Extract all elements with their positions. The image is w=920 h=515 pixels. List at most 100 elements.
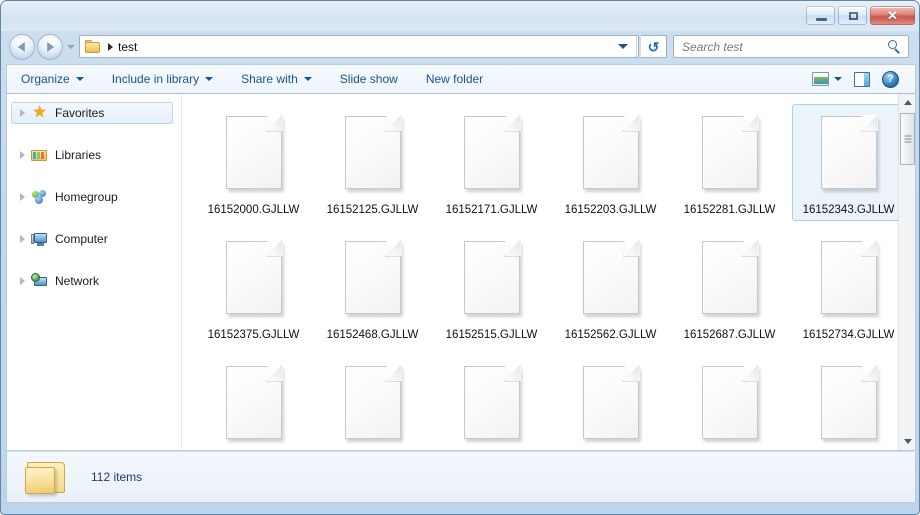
recent-locations-button[interactable] — [67, 45, 75, 49]
file-item[interactable]: 16152375.GJLLW — [194, 227, 313, 352]
command-toolbar: Organize Include in library Share with S… — [6, 64, 916, 94]
file-thumbnail — [432, 227, 551, 327]
file-name-label: 16152000.GJLLW — [207, 204, 300, 216]
sidebar-item-computer[interactable]: Computer — [11, 228, 173, 250]
file-name-label: 16152468.GJLLW — [326, 329, 419, 341]
file-item-content: 16152515.GJLLW — [432, 227, 551, 343]
file-item[interactable]: 16152203.GJLLW — [551, 102, 670, 227]
forward-arrow-icon — [47, 42, 55, 52]
file-item-content: 16152562.GJLLW — [551, 227, 670, 343]
sidebar-item-label: Network — [55, 274, 100, 288]
search-input[interactable]: Search test — [682, 40, 743, 54]
toolbar-item-include-in-library[interactable]: Include in library — [98, 67, 227, 91]
sidebar-item-favorites[interactable]: ★ Favorites — [11, 102, 173, 124]
file-item-content: 16152171.GJLLW — [432, 102, 551, 218]
file-item[interactable]: 16152812.GJLLW — [432, 352, 551, 450]
file-item-content: 16152984.GJLLW — [789, 352, 908, 450]
generic-file-icon — [582, 239, 640, 314]
file-item[interactable]: 16152781.GJLLW — [313, 352, 432, 450]
file-thumbnail — [670, 352, 789, 450]
file-thumbnail — [432, 352, 551, 450]
file-name-label: 16152687.GJLLW — [683, 329, 776, 341]
item-count-label: 112 items — [91, 470, 143, 484]
toolbar-item-organize[interactable]: Organize — [7, 67, 98, 91]
generic-file-icon — [820, 239, 878, 314]
back-arrow-icon — [17, 42, 25, 52]
breadcrumb[interactable]: test — [118, 40, 137, 54]
expand-chevron-icon[interactable] — [20, 193, 25, 201]
sidebar-item-homegroup[interactable]: Homegroup — [11, 186, 173, 208]
file-item[interactable]: 16152875.GJLLW — [551, 352, 670, 450]
star-icon: ★ — [32, 104, 47, 121]
file-thumbnail — [551, 102, 670, 202]
file-thumbnail — [789, 352, 908, 450]
maximize-icon — [849, 12, 858, 20]
file-item-content: 16152953.GJLLW — [670, 352, 789, 450]
file-item-content: 16152687.GJLLW — [670, 227, 789, 343]
file-thumbnail — [789, 227, 908, 327]
toolbar-item-new-folder[interactable]: New folder — [412, 67, 497, 91]
file-item[interactable]: 16152515.GJLLW — [432, 227, 551, 352]
file-name-label: 16152375.GJLLW — [207, 329, 300, 341]
toolbar-label: Organize — [21, 72, 70, 86]
file-item[interactable]: 16152468.GJLLW — [313, 227, 432, 352]
preview-pane-button[interactable] — [850, 69, 874, 90]
expand-chevron-icon[interactable] — [20, 151, 25, 159]
sidebar-item-libraries[interactable]: Libraries — [11, 144, 173, 166]
file-item[interactable]: 16152125.GJLLW — [313, 102, 432, 227]
sidebar-item-label: Favorites — [55, 106, 105, 120]
navigation-buttons — [9, 34, 75, 60]
maximize-button[interactable] — [838, 6, 867, 25]
generic-file-icon — [463, 364, 521, 439]
generic-file-icon — [463, 114, 521, 189]
file-item-content: 16152281.GJLLW — [670, 102, 789, 218]
expand-chevron-icon[interactable] — [20, 235, 25, 243]
folder-icon — [85, 39, 101, 54]
expand-chevron-icon[interactable] — [20, 109, 25, 117]
help-button[interactable]: ? — [878, 68, 903, 91]
divider — [636, 36, 637, 57]
search-icon — [888, 40, 901, 54]
file-item-content: 16152203.GJLLW — [551, 102, 670, 218]
address-bar[interactable]: test — [79, 35, 639, 58]
change-view-button[interactable] — [808, 69, 846, 89]
file-item-content: 16152875.GJLLW — [551, 352, 670, 450]
refresh-button[interactable]: ↺ — [641, 35, 667, 58]
file-item[interactable]: 16152734.GJLLW — [789, 227, 908, 352]
minimize-button[interactable] — [806, 6, 835, 25]
file-item[interactable]: 16152281.GJLLW — [670, 102, 789, 227]
toolbar-item-slide-show[interactable]: Slide show — [326, 67, 412, 91]
navigation-pane: ★ Favorites Libraries Homegroup Computer… — [7, 94, 182, 450]
file-item[interactable]: 16152984.GJLLW — [789, 352, 908, 450]
close-button[interactable]: ✕ — [870, 6, 915, 25]
minimize-icon — [816, 18, 827, 21]
chevron-down-icon[interactable] — [834, 77, 842, 81]
forward-button[interactable] — [37, 34, 63, 60]
file-item-content: 16152750.GJLLW — [194, 352, 313, 450]
status-bar: 112 items — [6, 451, 916, 503]
file-item-content: 16152468.GJLLW — [313, 227, 432, 343]
file-item[interactable]: 16152687.GJLLW — [670, 227, 789, 352]
generic-file-icon — [820, 114, 878, 189]
file-item[interactable]: 16152750.GJLLW — [194, 352, 313, 450]
file-item[interactable]: 16152562.GJLLW — [551, 227, 670, 352]
file-item-content: 16152375.GJLLW — [194, 227, 313, 343]
file-name-label: 16152343.GJLLW — [802, 204, 895, 216]
generic-file-icon — [463, 239, 521, 314]
file-item[interactable]: 16152953.GJLLW — [670, 352, 789, 450]
file-thumbnail — [194, 352, 313, 450]
sidebar-item-network[interactable]: Network — [11, 270, 173, 292]
generic-file-icon — [701, 364, 759, 439]
sidebar-item-label: Computer — [55, 232, 108, 246]
file-item[interactable]: 16152171.GJLLW — [432, 102, 551, 227]
search-box[interactable]: Search test — [673, 35, 909, 58]
expand-chevron-icon[interactable] — [20, 277, 25, 285]
toolbar-item-share-with[interactable]: Share with — [227, 67, 326, 91]
file-item[interactable]: 16152343.GJLLW — [789, 102, 908, 227]
back-button[interactable] — [9, 34, 35, 60]
generic-file-icon — [701, 239, 759, 314]
close-icon: ✕ — [887, 8, 898, 23]
chevron-down-icon[interactable] — [618, 44, 628, 49]
file-item-content: 16152812.GJLLW — [432, 352, 551, 450]
file-item[interactable]: 16152000.GJLLW — [194, 102, 313, 227]
